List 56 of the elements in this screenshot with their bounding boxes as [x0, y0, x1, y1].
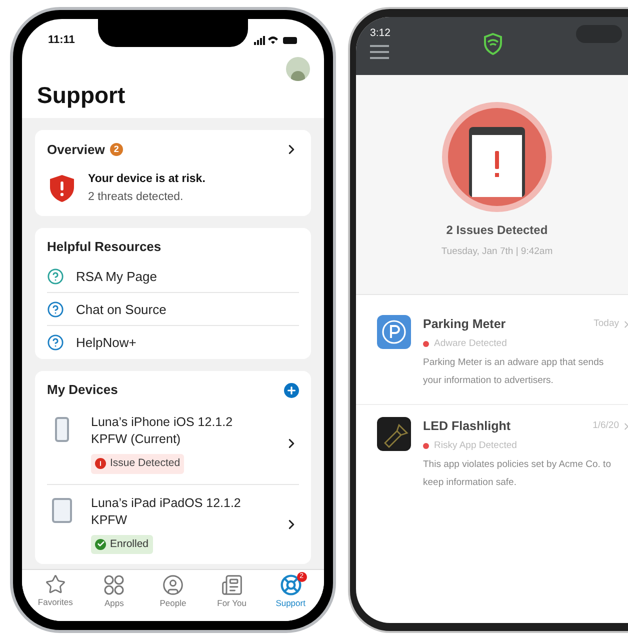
help-icon [47, 300, 64, 318]
grid-icon [103, 574, 126, 596]
resource-link[interactable]: Chat on Source [47, 293, 299, 326]
device-name: Luna’s iPad iPadOS 12.1.2 KPFW [91, 494, 242, 528]
newspaper-icon [220, 574, 243, 596]
status-time: 3:12 [370, 26, 390, 42]
issue-row[interactable]: LED Flashlight 1/6/20 Risky App Detected This app violates policies set by Acme Co. to keep information safe. [356, 405, 628, 506]
lifebuoy-icon [280, 574, 302, 596]
help-icon [47, 334, 64, 352]
overview-card[interactable]: Overview 2 Your device is at risk. 2 threats detected. [35, 130, 311, 216]
device-row[interactable]: Luna’s iPad iPadOS 12.1.2 KPFW Enrolled [47, 484, 299, 564]
count-badge: 2 [110, 143, 123, 156]
issue-description: This app violates policies set by Acme Co. to keep information safe. [423, 458, 612, 490]
resource-link[interactable]: HelpNow+ [47, 326, 299, 360]
tab[interactable]: For You [206, 574, 258, 621]
app-name: Parking Meter [423, 316, 506, 333]
card-title: Helpful Resources [47, 238, 162, 256]
scan-date: Tuesday, Jan 7th | 9:42am [441, 245, 553, 259]
device-row[interactable]: Luna’s iPhone iOS 12.1.2 KPFW (Current) Issue Detected [47, 404, 299, 484]
check-icon [95, 538, 106, 550]
help-icon [47, 268, 64, 285]
add-button[interactable] [284, 382, 299, 398]
shield-alert-icon [50, 175, 74, 202]
issue-type: Risky App Detected [434, 438, 517, 453]
plus-icon [286, 384, 297, 396]
status-time: 11:11 [48, 32, 75, 48]
page-title: Support [37, 81, 126, 110]
issues-title: 2 Issues Detected [446, 222, 548, 239]
tab[interactable]: Apps [88, 574, 140, 621]
status-badge: Issue Detected [91, 454, 184, 474]
tab[interactable]: People [146, 574, 199, 621]
app-name: LED Flashlight [423, 418, 510, 435]
tab[interactable]: Favorites [29, 574, 82, 621]
alert-subtitle: 2 threats detected. [88, 190, 184, 204]
alert-title: Your device is at risk. [88, 172, 206, 188]
status-icons [254, 35, 298, 45]
device-name: Luna’s iPhone iOS 12.1.2 KPFW (Current) [91, 414, 234, 448]
avatar[interactable] [286, 57, 310, 81]
issue-description: Parking Meter is an adware app that sends your information to advertisers. [423, 356, 605, 388]
issue-date: Today [594, 317, 619, 332]
alert-icon [95, 458, 106, 470]
menu-icon[interactable] [370, 45, 389, 59]
issue-type: Adware Detected [434, 336, 507, 351]
person-icon [162, 574, 184, 596]
parking-app-icon [377, 315, 411, 349]
card-title: Overview [47, 140, 105, 159]
status-badge: Enrolled [91, 534, 153, 554]
tablet-icon [52, 498, 72, 522]
phone-icon [55, 416, 69, 442]
card-title: My Devices [47, 381, 118, 400]
resource-link[interactable]: RSA My Page [47, 260, 299, 294]
issue-row[interactable]: Parking Meter Today Adware Detected Parking Meter is an adware app that sends your information to advertisers. [356, 303, 628, 405]
issue-date: 1/6/20 [592, 419, 619, 434]
star-icon [44, 574, 66, 595]
shield-logo [484, 33, 502, 55]
flashlight-app-icon [377, 417, 411, 451]
